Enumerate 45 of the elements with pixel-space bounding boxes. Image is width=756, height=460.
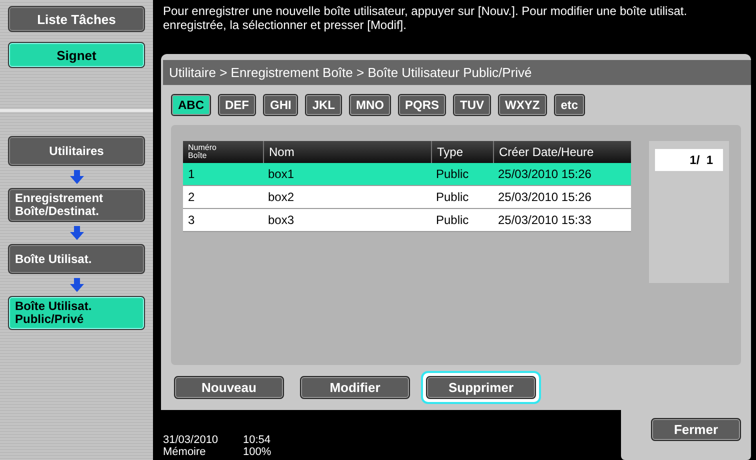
breadcrumb: Utilitaire > Enregistrement Boîte > Boîte Utilisateur Public/Privé: [163, 60, 751, 85]
sidebar-button[interactable]: Liste Tâches: [8, 6, 145, 32]
index-tab[interactable]: DEF: [218, 94, 256, 116]
memory-label: Mémoire: [163, 446, 207, 458]
table-cell: 25/03/2010 15:26: [498, 190, 592, 204]
instruction-message: Pour enregistrer une nouvelle boîte utilisateur, appuyer sur [Nouv.]. Pour modifier une boîte utilisat. enregistrée, la sélectionner et presser [Modif].: [162, 3, 688, 34]
index-tab[interactable]: GHI: [263, 94, 298, 116]
down-arrow-icon: [70, 170, 84, 184]
path-button[interactable]: Boîte Utilisat. Public/Privé: [8, 296, 145, 330]
table-cell: 3: [188, 213, 195, 227]
sidebar-button[interactable]: Signet: [8, 42, 145, 68]
table-row[interactable]: 1 box1 Public 25/03/2010 15:26: [183, 163, 631, 186]
table-cell: 1: [188, 167, 195, 181]
table-cell: Public: [436, 213, 469, 227]
table-cell: box1: [268, 167, 294, 181]
down-arrow-icon: [70, 278, 84, 292]
memory-value: 100%: [243, 446, 272, 458]
table-cell: box2: [268, 190, 294, 204]
action-button[interactable]: Modifier: [300, 376, 410, 399]
table-row[interactable]: 2 box2 Public 25/03/2010 15:26: [183, 186, 631, 209]
action-button[interactable]: Nouveau: [174, 376, 284, 399]
table-cell: 2: [188, 190, 195, 204]
table-cell: Public: [436, 190, 469, 204]
action-button[interactable]: Supprimer: [426, 376, 536, 399]
table-row[interactable]: 3 box3 Public 25/03/2010 15:33: [183, 209, 631, 232]
column-header: Numéro Boîte: [187, 142, 218, 162]
page-counter: 1/ 1: [655, 149, 723, 171]
index-tab[interactable]: JKL: [305, 94, 342, 116]
index-tab[interactable]: etc: [554, 94, 586, 116]
index-tab[interactable]: PQRS: [398, 94, 446, 116]
status-time: 10:54: [243, 434, 272, 446]
table-cell: 25/03/2010 15:33: [498, 213, 592, 227]
index-tab[interactable]: TUV: [453, 94, 492, 116]
close-button[interactable]: Fermer: [651, 418, 741, 441]
status-date: 31/03/2010: [163, 434, 220, 446]
path-button[interactable]: Utilitaires: [8, 136, 145, 166]
table-cell: 25/03/2010 15:26: [498, 167, 592, 181]
table-cell: box3: [268, 213, 294, 227]
index-tab[interactable]: WXYZ: [498, 94, 547, 116]
index-tab[interactable]: ABC: [171, 94, 211, 116]
path-button[interactable]: Boîte Utilisat.: [8, 244, 145, 274]
index-tab[interactable]: MNO: [349, 94, 392, 116]
down-arrow-icon: [70, 226, 84, 240]
table-cell: Public: [436, 167, 469, 181]
path-button[interactable]: Enregistrement Boîte/Destinat.: [8, 188, 145, 222]
